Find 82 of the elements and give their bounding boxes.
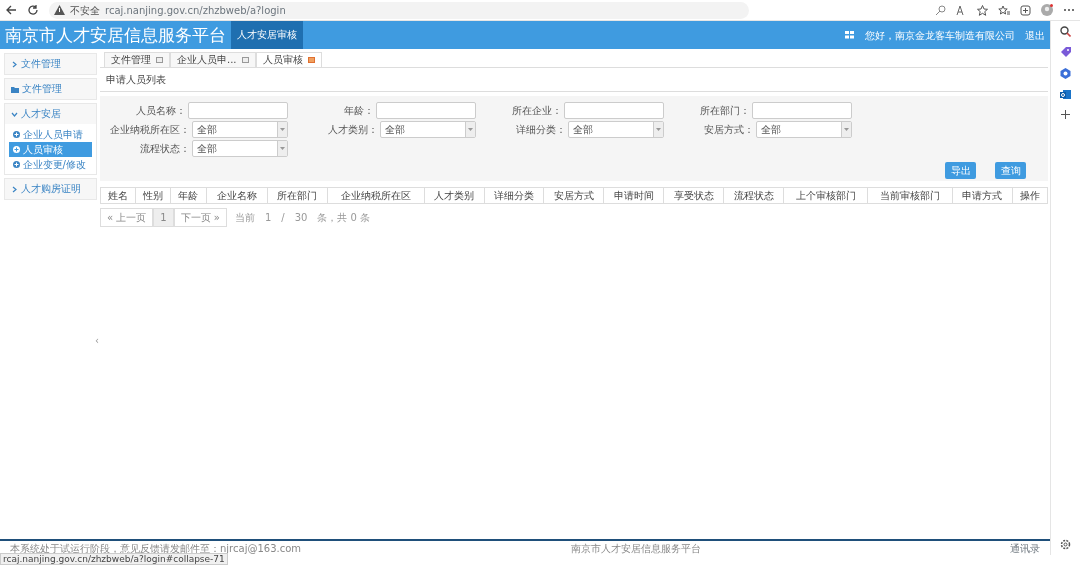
mail-icon[interactable]	[1060, 89, 1071, 100]
star-icon[interactable]	[977, 4, 988, 16]
field-label: 安居方式：	[702, 123, 755, 137]
input-field[interactable]	[188, 102, 288, 119]
field-label: 人员名称：	[135, 104, 187, 118]
read-aloud-icon[interactable]	[956, 4, 967, 16]
url-text[interactable]: rcaj.nanjing.gov.cn/zhzbweb/a?login	[105, 2, 286, 18]
column-header: 流程状态	[723, 187, 784, 204]
action-button[interactable]: 导出	[945, 162, 976, 179]
caret-icon	[280, 147, 285, 150]
input-field[interactable]	[564, 102, 664, 119]
refresh-icon[interactable]	[27, 4, 39, 16]
sidebar-item[interactable]: 企业变更/修改	[9, 156, 92, 172]
field-label: 年龄：	[343, 104, 375, 118]
prev-page-button[interactable]: « 上一页	[100, 208, 154, 227]
column-header: 详细分类	[484, 187, 544, 204]
sidebar-item[interactable]: 企业人员申请	[9, 126, 92, 142]
logout-link[interactable]: 退出	[1025, 27, 1045, 43]
greeting-text: 您好，南京金龙客车制造有限公司	[865, 28, 1015, 43]
column-header: 当前审核部门	[867, 187, 953, 204]
tag-icon[interactable]	[1060, 47, 1071, 58]
hexagon-icon[interactable]	[1060, 68, 1071, 79]
caret-icon	[656, 128, 661, 131]
field-label: 所在企业：	[511, 104, 563, 118]
tab[interactable]: 文件管理	[104, 52, 170, 67]
tab[interactable]: 企业人员申...	[170, 52, 256, 67]
grid-icon[interactable]	[845, 31, 854, 39]
contacts-link[interactable]: 通讯录	[1010, 540, 1040, 556]
input-field[interactable]	[376, 102, 476, 119]
plus-icon[interactable]	[1061, 110, 1070, 119]
sidebar-item[interactable]: 人员审核	[9, 141, 92, 157]
field-label: 所在部门：	[699, 104, 751, 118]
select-field[interactable]: 全部	[191, 140, 288, 157]
page-button[interactable]: 1	[153, 208, 174, 227]
column-header: 性别	[135, 187, 171, 204]
settings-icon[interactable]	[1060, 539, 1071, 550]
caret-icon	[468, 128, 473, 131]
avatar-icon[interactable]	[1041, 4, 1053, 16]
column-header: 所在部门	[267, 187, 328, 204]
field-label: 人才类别：	[326, 123, 379, 137]
next-page-button[interactable]: 下一页 »	[173, 208, 227, 227]
folder-icon	[11, 85, 19, 93]
select-field[interactable]: 全部	[567, 121, 664, 138]
module-tab[interactable]: 人才安居审核	[231, 21, 303, 49]
column-header: 姓名	[100, 187, 136, 204]
tab[interactable]: 人员审核	[255, 52, 322, 67]
action-button[interactable]: 查询	[995, 162, 1026, 179]
column-header: 上个审核部门	[783, 187, 868, 204]
column-header: 企业纳税所在区	[327, 187, 425, 204]
collapse-handle[interactable]: ‹	[95, 336, 99, 346]
more-icon[interactable]	[1063, 8, 1075, 12]
column-header: 人才类别	[424, 187, 484, 204]
column-header: 企业名称	[206, 187, 268, 204]
circle-plus-icon	[13, 145, 20, 153]
caret-icon	[844, 128, 849, 131]
field-label: 详细分类：	[514, 123, 567, 137]
caret-icon	[280, 128, 285, 131]
column-header: 享受状态	[663, 187, 724, 204]
status-url: rcaj.nanjing.gov.cn/zhzbweb/a?login#collapse-71	[0, 553, 228, 565]
select-field[interactable]: 全部	[191, 121, 288, 138]
column-header: 操作	[1012, 187, 1048, 204]
column-header: 申请方式	[952, 187, 1013, 204]
circle-plus-icon	[13, 160, 20, 168]
site-title: 南京市人才安居信息服务平台	[4, 24, 227, 47]
field-label: 企业纳税所在区：	[108, 123, 191, 137]
favorites-icon[interactable]	[998, 4, 1010, 16]
column-header: 安居方式	[543, 187, 604, 204]
search-icon[interactable]	[1060, 26, 1071, 37]
back-icon[interactable]	[5, 4, 17, 16]
collections-icon[interactable]	[1020, 4, 1031, 16]
page-info: 当前 1 / 30 条，共 0 条	[234, 211, 371, 225]
select-field[interactable]: 全部	[379, 121, 476, 138]
footer-notice: 本系统处于试运行阶段，意见反馈请发邮件至：njrcaj@163.com	[10, 541, 302, 555]
select-field[interactable]: 全部	[755, 121, 852, 138]
warning-icon	[54, 5, 65, 15]
input-field[interactable]	[752, 102, 852, 119]
column-header: 年龄	[170, 187, 207, 204]
field-label: 流程状态：	[138, 142, 191, 156]
column-header: 申请时间	[603, 187, 664, 204]
security-label: 不安全	[70, 3, 100, 18]
circle-plus-icon	[13, 130, 20, 138]
footer-title: 南京市人才安居信息服务平台	[571, 541, 702, 556]
